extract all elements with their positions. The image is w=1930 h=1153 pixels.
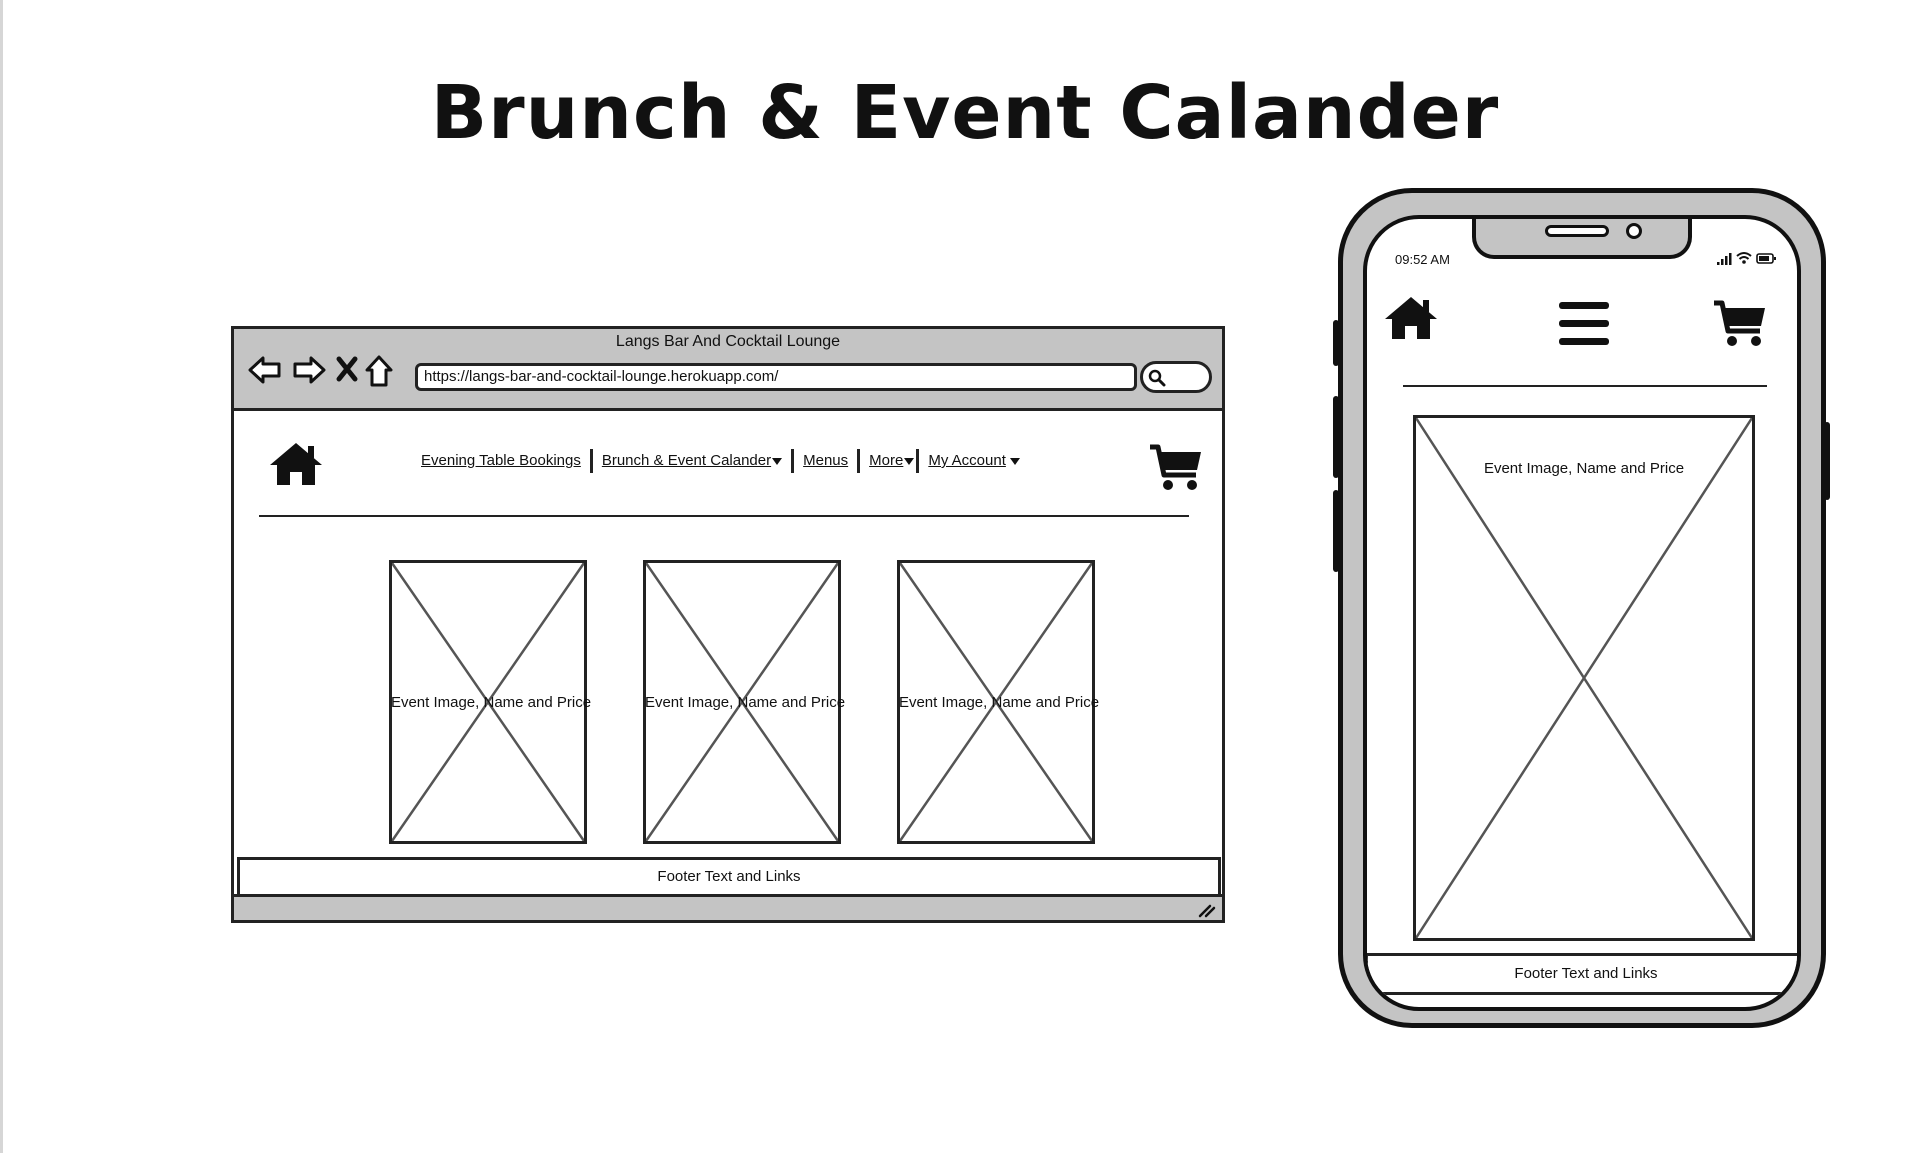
window-title: Langs Bar And Cocktail Lounge: [615, 333, 841, 350]
camera-icon: [1626, 223, 1642, 239]
dropdown-caret-icon[interactable]: [772, 457, 783, 465]
resize-grip-icon[interactable]: [1196, 902, 1216, 918]
event-card[interactable]: Event Image, Name and Price: [389, 560, 591, 844]
stop-icon[interactable]: [336, 356, 358, 382]
dropdown-caret-icon[interactable]: [1009, 457, 1020, 465]
search-icon: [1148, 369, 1166, 387]
nav-separator: [589, 449, 593, 473]
browser-home-icon[interactable]: [364, 354, 394, 388]
mobile-footer[interactable]: Footer Text and Links: [1367, 953, 1797, 995]
browser-status-bar: [234, 894, 1222, 920]
nav-link-brunch-event-calander[interactable]: Brunch & Event Calander: [602, 452, 771, 469]
wifi-icon: [1736, 252, 1752, 264]
hamburger-menu-icon[interactable]: [1558, 301, 1610, 347]
event-card-label: Event Image, Name and Price: [644, 694, 846, 711]
nav-link-menus[interactable]: Menus: [803, 452, 848, 469]
url-bar[interactable]: https://langs-bar-and-cocktail-lounge.he…: [415, 363, 1137, 391]
nav-separator: [857, 449, 861, 473]
mobile-phone-frame: 09:52 AM Event Image, Name and Price Foo…: [1338, 188, 1826, 1028]
status-icons: [1717, 252, 1776, 265]
desktop-browser-window: Langs Bar And Cocktail Lounge https://la…: [231, 326, 1225, 923]
back-arrow-icon[interactable]: [248, 354, 282, 386]
event-card[interactable]: Event Image, Name and Price: [643, 560, 845, 844]
dropdown-caret-icon[interactable]: [904, 457, 915, 465]
signal-icon: [1717, 253, 1732, 265]
image-placeholder-icon: [1416, 418, 1752, 938]
nav-link-my-account[interactable]: My Account: [928, 452, 1006, 469]
nav-link-evening-table-bookings[interactable]: Evening Table Bookings: [421, 452, 581, 469]
page-title: Brunch & Event Calander: [430, 70, 1500, 156]
mobile-header-divider: [1403, 385, 1767, 387]
main-nav: Evening Table Bookings Brunch & Event Cal…: [421, 449, 1020, 473]
status-time: 09:52 AM: [1395, 252, 1450, 267]
speaker-icon: [1545, 225, 1609, 237]
cart-icon[interactable]: [1712, 299, 1768, 349]
nav-separator: [791, 449, 795, 473]
home-icon[interactable]: [268, 441, 324, 487]
home-icon[interactable]: [1383, 295, 1439, 341]
battery-icon: [1756, 253, 1776, 264]
mobile-event-card[interactable]: Event Image, Name and Price: [1413, 415, 1755, 941]
desktop-footer[interactable]: Footer Text and Links: [237, 857, 1221, 897]
event-card-label: Event Image, Name and Price: [390, 694, 592, 711]
event-card-label: Event Image, Name and Price: [898, 694, 1100, 711]
browser-search-button[interactable]: [1140, 361, 1212, 393]
header-divider: [259, 515, 1189, 517]
nav-link-more[interactable]: More: [869, 452, 903, 469]
cart-icon[interactable]: [1148, 443, 1204, 493]
canvas-edge: [0, 0, 3, 1153]
phone-notch: [1472, 219, 1692, 259]
mobile-screen: 09:52 AM Event Image, Name and Price Foo…: [1363, 215, 1801, 1011]
nav-separator: [916, 449, 920, 473]
browser-chrome: Langs Bar And Cocktail Lounge https://la…: [234, 329, 1222, 411]
forward-arrow-icon[interactable]: [292, 354, 326, 386]
event-card[interactable]: Event Image, Name and Price: [897, 560, 1099, 844]
mobile-event-card-label: Event Image, Name and Price: [1483, 460, 1685, 477]
